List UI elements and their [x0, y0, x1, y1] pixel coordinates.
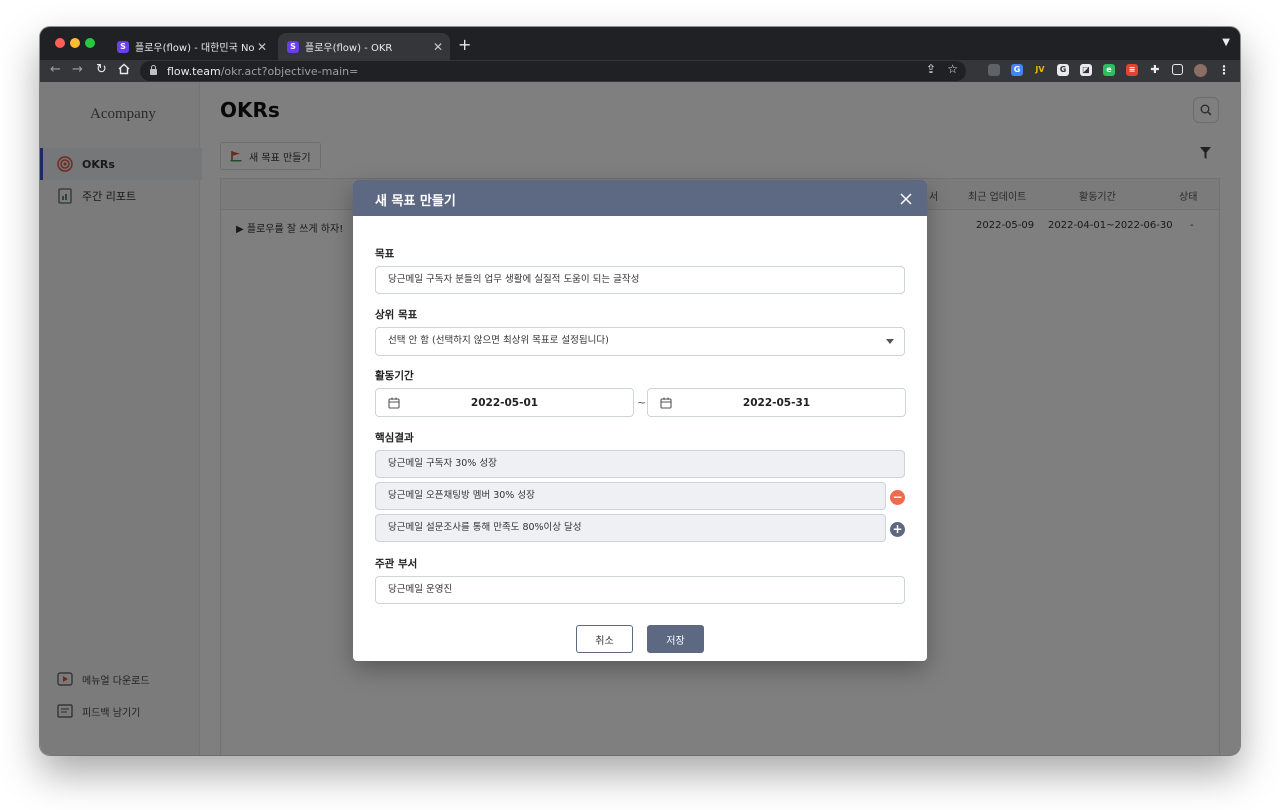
parent-objective-select[interactable]: 선택 안 함 (선택하지 않으면 최상위 목표로 설정됩니다) — [375, 327, 905, 356]
save-button[interactable]: 저장 — [647, 625, 704, 653]
close-window-button[interactable] — [55, 38, 65, 48]
flow-favicon-icon: S — [117, 40, 129, 53]
tab-search-chevron-icon[interactable]: ▼ — [1222, 37, 1230, 48]
browser-toolbar: ← → ↻ flow.team/okr.act?objective-main= … — [40, 60, 1240, 82]
lock-icon — [150, 65, 157, 75]
key-result-input[interactable]: 당근메일 구독자 30% 성장 — [375, 450, 905, 478]
url-path: /okr.act?objective-main= — [220, 64, 359, 78]
cancel-button[interactable]: 취소 — [576, 625, 633, 653]
start-date-value: 2022-05-01 — [470, 397, 539, 409]
browser-window: S 플로우(flow) - 대한민국 No.1 올인 ✕ S 플로우(flow)… — [40, 27, 1240, 755]
bookmark-star-icon[interactable]: ☆ — [947, 62, 958, 76]
share-icon[interactable]: ⇪ — [926, 62, 936, 76]
flow-favicon-icon: S — [287, 40, 299, 53]
key-results-label: 핵심결과 — [375, 432, 414, 444]
translate-extension-icon[interactable]: G — [1011, 64, 1023, 76]
jsonvue-extension-icon[interactable]: JV — [1034, 64, 1046, 76]
dialog-header: 새 목표 만들기 — [353, 180, 927, 216]
profile-avatar[interactable] — [1194, 64, 1207, 77]
key-result-input[interactable]: 당근메일 설문조사를 통해 만족도 80%이상 달성 — [375, 514, 886, 542]
reload-icon[interactable]: ↻ — [96, 62, 107, 77]
address-bar[interactable]: flow.team/okr.act?objective-main= ⇪ ☆ — [140, 61, 966, 81]
chevron-down-icon — [886, 339, 894, 344]
new-objective-dialog: 새 목표 만들기 목표 당근메일 구독자 분들의 업무 생활에 실질적 도움이 … — [353, 180, 927, 661]
tab-strip: S 플로우(flow) - 대한민국 No.1 올인 ✕ S 플로우(flow)… — [40, 27, 1240, 60]
new-tab-icon[interactable]: + — [458, 35, 471, 54]
tab-close-icon[interactable]: ✕ — [430, 40, 446, 54]
date-range-separator: ~ — [637, 396, 647, 409]
puzzle-extensions-icon[interactable]: ✚ — [1149, 64, 1161, 76]
browser-tab-flow-okr[interactable]: S 플로우(flow) - OKR ✕ — [278, 33, 450, 60]
end-date-picker[interactable]: 2022-05-31 — [647, 388, 906, 417]
evernote-extension-icon[interactable]: e — [1103, 64, 1115, 76]
minimize-window-button[interactable] — [70, 38, 80, 48]
parent-objective-label: 상위 목표 — [375, 309, 418, 321]
parent-objective-value: 선택 안 함 (선택하지 않으면 최상위 목표로 설정됩니다) — [388, 335, 609, 346]
grammar-extension-icon[interactable]: G — [1057, 64, 1069, 76]
todoist-extension-icon[interactable]: ≡ — [1126, 64, 1138, 76]
objective-label: 목표 — [375, 248, 395, 260]
objective-input[interactable]: 당근메일 구독자 분들의 업무 생활에 실질적 도움이 되는 글작성 — [375, 266, 905, 294]
maximize-window-button[interactable] — [85, 38, 95, 48]
end-date-value: 2022-05-31 — [742, 397, 811, 409]
forward-arrow-icon[interactable]: → — [72, 62, 83, 77]
tab-title: 플로우(flow) - OKR — [305, 43, 393, 54]
tab-close-icon[interactable]: ✕ — [254, 40, 270, 54]
back-arrow-icon[interactable]: ← — [50, 62, 61, 77]
side-panel-icon[interactable] — [1172, 64, 1183, 75]
department-label: 주관 부서 — [375, 558, 418, 570]
more-menu-icon[interactable]: ⋮ — [1218, 64, 1230, 76]
screenshot-extension-icon[interactable]: ◪ — [1080, 64, 1092, 76]
add-key-result-icon[interactable]: + — [890, 522, 905, 537]
remove-key-result-icon[interactable]: − — [890, 490, 905, 505]
department-input[interactable]: 당근메일 운영진 — [375, 576, 905, 604]
period-label: 활동기간 — [375, 370, 414, 382]
browser-tab-flow-home[interactable]: S 플로우(flow) - 대한민국 No.1 올인 ✕ — [108, 33, 274, 60]
extension-tabs-icon[interactable] — [988, 64, 1000, 76]
url-host: flow.team — [167, 64, 221, 78]
tab-title: 플로우(flow) - 대한민국 No.1 올인 — [135, 43, 254, 54]
dialog-title: 새 목표 만들기 — [375, 194, 456, 209]
close-icon[interactable] — [899, 192, 913, 206]
start-date-picker[interactable]: 2022-05-01 — [375, 388, 634, 417]
key-result-input[interactable]: 당근메일 오픈채팅방 멤버 30% 성장 — [375, 482, 886, 510]
home-icon[interactable] — [118, 63, 130, 79]
